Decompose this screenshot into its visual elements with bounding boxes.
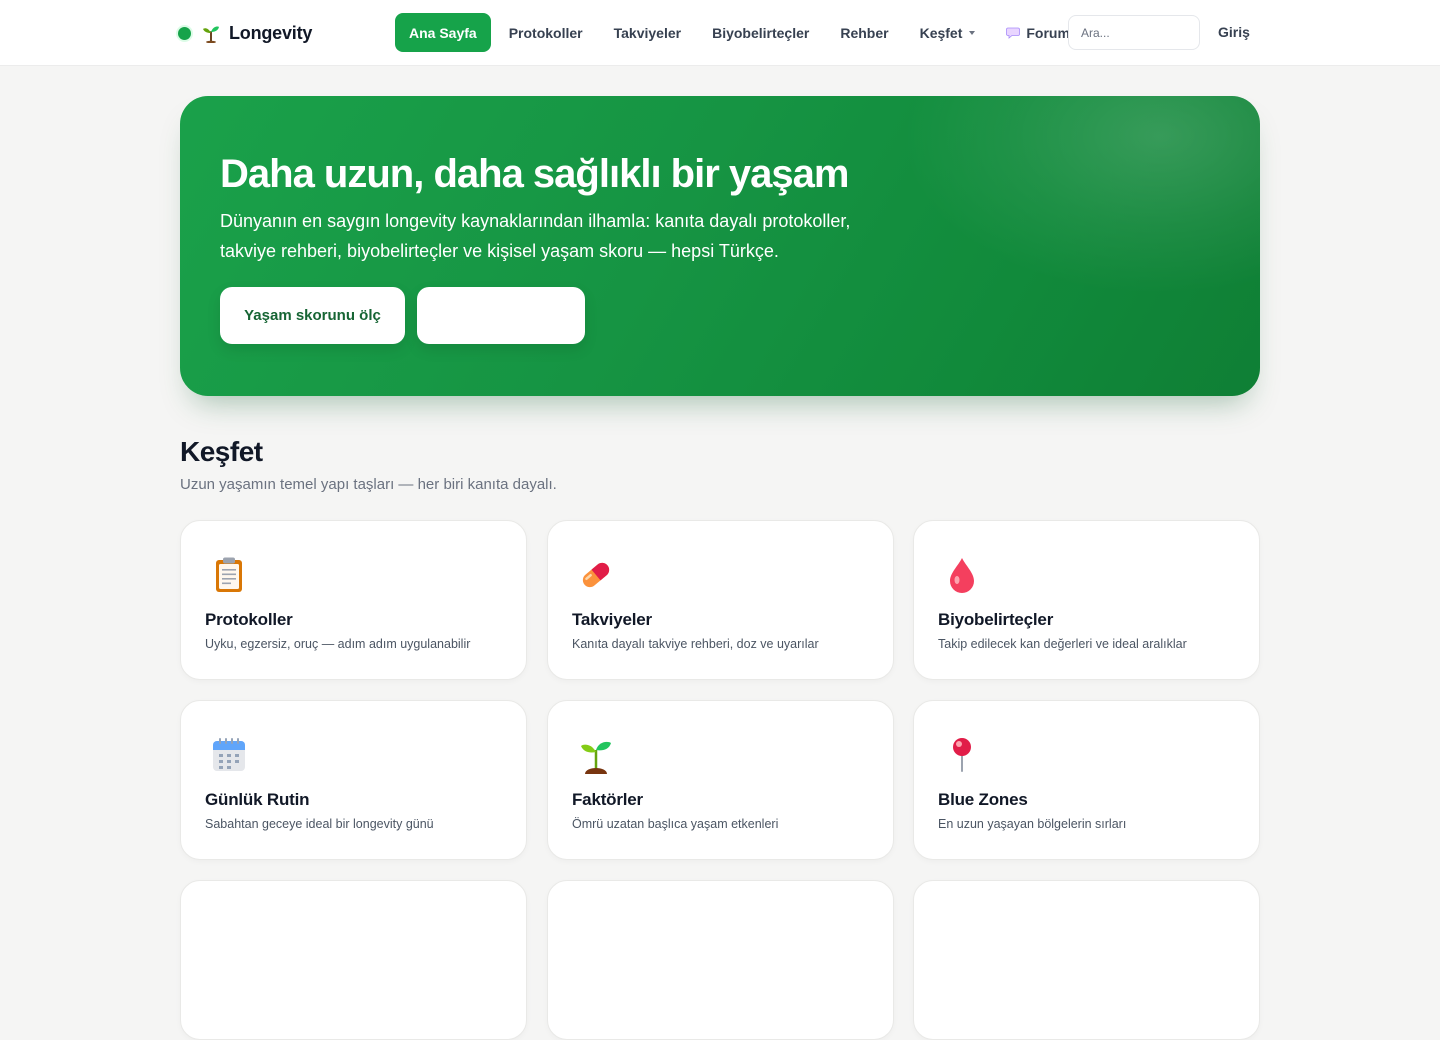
- nav-item-biyobelirtecler[interactable]: Biyobelirteçler: [698, 13, 823, 52]
- nav-item-rehber[interactable]: Rehber: [826, 13, 902, 52]
- nav-item-takviyeler[interactable]: Takviyeler: [600, 13, 695, 52]
- card-takviyeler[interactable]: Takviyeler Kanıta dayalı takviye rehberi…: [547, 520, 894, 680]
- card-partial[interactable]: [180, 880, 527, 1040]
- card-description: Uyku, egzersiz, oruç — adım adım uygulan…: [205, 637, 471, 651]
- nav-item-ana-sayfa[interactable]: Ana Sayfa: [395, 13, 491, 52]
- hero-glow-decoration: [900, 96, 1260, 296]
- nav-item-protokoller[interactable]: Protokoller: [495, 13, 597, 52]
- card-gunluk-rutin[interactable]: Günlük Rutin Sabahtan geceye ideal bir l…: [180, 700, 527, 860]
- nav-item-forum-label: Forum: [1026, 24, 1070, 41]
- card-faktorler[interactable]: Faktörler Ömrü uzatan başlıca yaşam etke…: [547, 700, 894, 860]
- chevron-down-icon: [969, 30, 976, 35]
- card-blue-zones[interactable]: Blue Zones En uzun yaşayan bölgelerin sı…: [913, 700, 1260, 860]
- secondary-hero-button[interactable]: [417, 287, 585, 344]
- card-biyobelirtecler[interactable]: Biyobelirteçler Takip edilecek kan değer…: [913, 520, 1260, 680]
- card-description: Kanıta dayalı takviye rehberi, doz ve uy…: [572, 637, 819, 651]
- main-nav: Ana Sayfa Protokoller Takviyeler Biyobel…: [395, 13, 1087, 52]
- hero-banner: Daha uzun, daha sağlıklı bir yaşam Dünya…: [180, 96, 1260, 396]
- brand-name: Longevity: [229, 22, 313, 43]
- card-partial[interactable]: [547, 880, 894, 1040]
- nav-item-kesfet-label: Keşfet: [919, 24, 963, 41]
- card-title: Faktörler: [572, 790, 643, 809]
- card-description: En uzun yaşayan bölgelerin sırları: [938, 817, 1127, 831]
- card-protokoller[interactable]: Protokoller Uyku, egzersiz, oruç — adım …: [180, 520, 527, 680]
- pill-icon: [582, 562, 610, 588]
- card-title: Protokoller: [205, 610, 293, 629]
- brand[interactable]: Longevity: [178, 20, 312, 46]
- card-title: Blue Zones: [938, 790, 1028, 809]
- card-description: Takip edilecek kan değerleri ve ideal ar…: [938, 637, 1187, 651]
- section-title: Keşfet: [180, 436, 263, 467]
- hero-subtitle: Dünyanın en saygın longevity kaynakların…: [220, 211, 851, 261]
- pushpin-icon: [953, 738, 971, 772]
- card-title: Günlük Rutin: [205, 790, 310, 809]
- login-link[interactable]: Giriş: [1218, 24, 1250, 40]
- card-title: Biyobelirteçler: [938, 610, 1054, 629]
- calendar-icon: [213, 738, 245, 771]
- hero-title: Daha uzun, daha sağlıklı bir yaşam: [220, 152, 849, 196]
- card-description: Sabahtan geceye ideal bir longevity günü: [205, 817, 434, 831]
- measure-score-button[interactable]: Yaşam skorunu ölç: [220, 287, 405, 344]
- card-description: Ömrü uzatan başlıca yaşam etkenleri: [572, 817, 779, 831]
- drop-icon: [950, 558, 974, 593]
- clipboard-icon: [216, 557, 242, 592]
- section-subtitle: Uzun yaşamın temel yapı taşları — her bi…: [180, 476, 557, 493]
- speech-bubble-icon: [1006, 27, 1021, 39]
- seedling-logo-icon: [203, 26, 219, 43]
- search-input[interactable]: [1068, 15, 1200, 50]
- card-title: Takviyeler: [572, 610, 652, 629]
- card-partial[interactable]: [913, 880, 1260, 1040]
- seedling-icon: [581, 741, 611, 774]
- nav-item-kesfet-dropdown[interactable]: Keşfet: [906, 13, 990, 52]
- status-dot: [178, 26, 191, 40]
- top-navbar: Longevity Ana Sayfa Protokoller Takviyel…: [0, 0, 1440, 66]
